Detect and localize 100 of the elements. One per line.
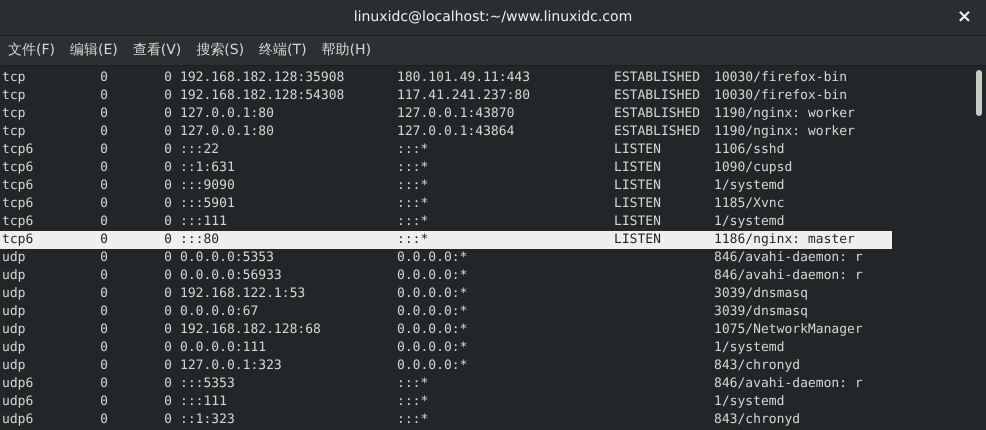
local-address-cell-text: 192.168.182.128:54308	[179, 87, 346, 105]
scrollbar-thumb[interactable]	[976, 70, 982, 116]
send-q-cell-text: 0	[163, 303, 172, 321]
program-cell: 10030/firefox-bin	[714, 69, 848, 87]
send-q-cell-text: 0	[163, 123, 172, 141]
foreign-address-cell-text: :::*	[397, 231, 430, 249]
recv-q-cell-text: 0	[99, 411, 108, 429]
local-address-cell-text: 0.0.0.0:56933	[179, 267, 283, 285]
recv-q-cell-text: 0	[99, 267, 108, 285]
foreign-address-cell-text: :::*	[397, 213, 430, 231]
recv-q-cell-text: 0	[99, 177, 108, 195]
send-q-cell-text: 0	[163, 69, 172, 87]
program-cell: 1/systemd	[714, 213, 784, 231]
foreign-address-cell-text: :::*	[397, 159, 430, 177]
recv-q-cell-text: 0	[99, 213, 108, 231]
recv-q-cell-text: 0	[99, 393, 108, 411]
recv-q-cell-text: 0	[99, 141, 108, 159]
send-q-cell-text: 0	[163, 285, 172, 303]
foreign-address-cell-text: 0.0.0.0:*	[397, 267, 468, 285]
proto-cell-text: tcp6	[1, 213, 34, 231]
state-cell: LISTEN	[614, 214, 661, 229]
program-cell: 1/systemd	[714, 339, 784, 357]
local-address-cell-text: 0.0.0.0:111	[179, 339, 268, 357]
foreign-address-cell-text: 0.0.0.0:*	[397, 321, 468, 339]
proto-cell-text: tcp6	[1, 231, 34, 249]
proto-cell-text: udp	[1, 357, 26, 375]
local-address-cell-text: 192.168.122.1:53	[179, 285, 306, 303]
program-cell: 1/systemd	[714, 393, 784, 411]
recv-q-cell-text: 0	[99, 69, 108, 87]
window-title: linuxidc@localhost:~/www.linuxidc.com	[354, 8, 632, 27]
recv-q-cell-text: 0	[99, 159, 108, 177]
send-q-cell-text: 0	[163, 213, 172, 231]
proto-cell-text: udp6	[1, 393, 34, 411]
foreign-address-cell-text: 0.0.0.0:*	[397, 357, 468, 375]
menu-item[interactable]: 终端(T)	[259, 40, 307, 61]
menu-item[interactable]: 文件(F)	[8, 40, 55, 61]
menu-item[interactable]: 编辑(E)	[70, 40, 118, 61]
foreign-address-cell-text: 127.0.0.1:43870	[397, 105, 516, 123]
send-q-cell-text: 0	[163, 339, 172, 357]
proto-cell-text: udp	[1, 249, 26, 267]
program-cell: 1/systemd	[714, 177, 784, 195]
send-q-cell-text: 0	[163, 393, 172, 411]
send-q-cell-text: 0	[163, 141, 172, 159]
proto-cell-text: tcp6	[1, 141, 34, 159]
local-address-cell-text: 127.0.0.1:80	[179, 105, 275, 123]
recv-q-cell-text: 0	[99, 249, 108, 267]
foreign-address-cell-text: 0.0.0.0:*	[397, 285, 468, 303]
recv-q-cell-text: 0	[99, 231, 108, 249]
send-q-cell-text: 0	[163, 105, 172, 123]
foreign-address-cell-text: 0.0.0.0:*	[397, 249, 468, 267]
proto-cell-text: tcp	[1, 69, 26, 87]
program-cell: 1090/cupsd	[714, 159, 792, 177]
local-address-cell-text: 192.168.182.128:68	[179, 321, 322, 339]
program-cell: 843/chronyd	[714, 411, 800, 429]
send-q-cell-text: 0	[163, 411, 172, 429]
local-address-cell-text: 0.0.0.0:67	[179, 303, 260, 321]
proto-cell-text: udp6	[1, 411, 34, 429]
program-cell: 1186/nginx: master	[714, 231, 855, 249]
program-cell: 3039/dnsmasq	[714, 285, 808, 303]
local-address-cell-text: ::1:631	[179, 159, 236, 177]
proto-cell-text: udp	[1, 285, 26, 303]
local-address-cell-text: 127.0.0.1:80	[179, 123, 275, 141]
program-cell: 1190/nginx: worker	[714, 123, 855, 141]
local-address-cell-text: :::22	[179, 141, 220, 159]
program-cell: 3039/dnsmasq	[714, 303, 808, 321]
proto-cell-text: udp	[1, 267, 26, 285]
menu-item[interactable]: 帮助(H)	[322, 40, 372, 61]
program-cell: 1075/NetworkManager	[714, 321, 863, 339]
local-address-cell-text: ::1:323	[179, 411, 236, 429]
program-cell: 1185/Xvnc	[714, 195, 784, 213]
send-q-cell-text: 0	[163, 231, 172, 249]
state-cell: ESTABLISHED	[614, 124, 700, 139]
proto-cell-text: udp	[1, 339, 26, 357]
state-cell: LISTEN	[614, 142, 661, 157]
state-cell: ESTABLISHED	[614, 70, 700, 85]
menu-item[interactable]: 查看(V)	[132, 40, 182, 61]
foreign-address-cell-text: :::*	[397, 177, 430, 195]
foreign-address-cell-text: 0.0.0.0:*	[397, 339, 468, 357]
foreign-address-cell-text: 117.41.241.237:80	[397, 87, 532, 105]
program-cell: 1106/sshd	[714, 141, 784, 159]
recv-q-cell-text: 0	[99, 375, 108, 393]
foreign-address-cell-text: :::*	[397, 375, 430, 393]
program-cell: 846/avahi-daemon: r	[714, 249, 863, 267]
proto-cell-text: udp6	[1, 375, 34, 393]
send-q-cell-text: 0	[163, 87, 172, 105]
send-q-cell-text: 0	[163, 159, 172, 177]
proto-cell-text: udp	[1, 321, 26, 339]
proto-cell-text: tcp6	[1, 159, 34, 177]
recv-q-cell-text: 0	[99, 195, 108, 213]
close-button[interactable]: ×	[956, 8, 972, 26]
foreign-address-cell-text: 127.0.0.1:43864	[397, 123, 516, 141]
send-q-cell-text: 0	[163, 375, 172, 393]
send-q-cell-text: 0	[163, 267, 172, 285]
foreign-address-cell-text: :::*	[397, 393, 430, 411]
local-address-cell-text: 127.0.0.1:323	[179, 357, 283, 375]
recv-q-cell-text: 0	[99, 123, 108, 141]
foreign-address-cell-text: :::*	[397, 195, 430, 213]
local-address-cell-text: :::5901	[179, 195, 236, 213]
program-cell: 843/chronyd	[714, 357, 800, 375]
menu-item[interactable]: 搜索(S)	[196, 40, 244, 61]
